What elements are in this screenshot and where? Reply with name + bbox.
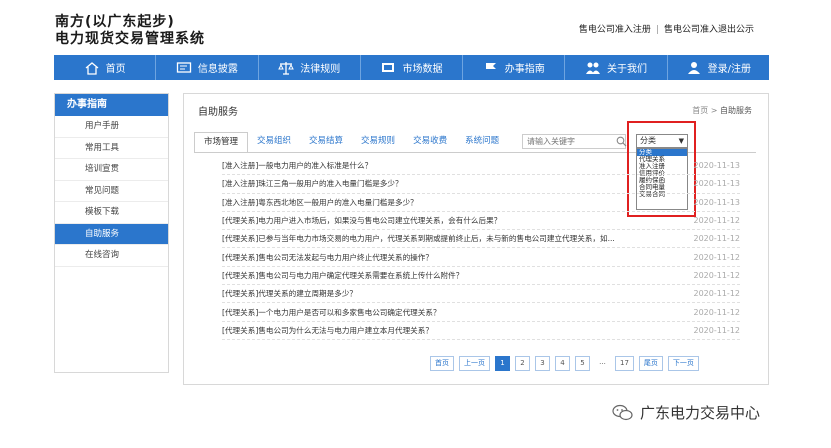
list-item[interactable]: [代理关系]一个电力用户是否可以和多家售电公司确定代理关系？ 2020-11-12 <box>222 303 741 322</box>
item-title: [代理关系]已参与当年电力市场交易的电力用户，代理关系到期或提前终止后，未与新的… <box>222 234 615 244</box>
nav-home[interactable]: 首页 <box>54 55 157 80</box>
item-date: 2020-11-12 <box>693 270 741 280</box>
site-title: 南方(以广东起步) 电力现货交易管理系统 <box>55 14 295 48</box>
link-exit-notice[interactable]: 售电公司准入退出公示 <box>659 25 759 35</box>
screen-icon <box>382 62 395 72</box>
breadcrumb: 首页 > 自助服务 <box>692 105 752 116</box>
flag-icon <box>485 62 496 74</box>
nav-label: 登录/注册 <box>707 64 752 75</box>
item-title: [代理关系]售电公司无法发起与电力用户终止代理关系的操作？ <box>222 252 433 262</box>
tab-market-management[interactable]: 市场管理 <box>194 132 249 153</box>
user-icon <box>687 61 700 74</box>
last-page-button[interactable]: 尾页 <box>638 356 663 371</box>
nav-guide[interactable]: 办事指南 <box>463 55 566 80</box>
item-title: [代理关系]售电公司为什么无法与电力用户建立本月代理关系？ <box>222 325 433 335</box>
tab-system-issues[interactable]: 系统问题 <box>456 132 508 152</box>
nav-login[interactable]: 登录/注册 <box>668 55 769 80</box>
tab-trade-organization[interactable]: 交易组织 <box>248 132 300 152</box>
page-ellipsis: ... <box>595 356 610 371</box>
watermark: 广东电力交易中心 <box>612 402 760 423</box>
sidebar-item-tools[interactable]: 常用工具 <box>55 138 168 159</box>
sidebar-item-user-manual[interactable]: 用户手册 <box>55 116 168 138</box>
breadcrumb-home[interactable]: 首页 <box>692 106 708 115</box>
list-item[interactable]: [代理关系]已参与当年电力市场交易的电力用户，代理关系到期或提前终止后，未与新的… <box>222 230 741 249</box>
tab-trade-rules[interactable]: 交易规则 <box>352 132 404 152</box>
site-title-line2: 电力现货交易管理系统 <box>55 31 205 47</box>
top-links: 售电公司准入注册 | 售电公司准入退出公示 <box>574 22 759 35</box>
nav-label: 信息披露 <box>197 64 238 75</box>
watermark-text: 广东电力交易中心 <box>640 404 761 422</box>
monitor-icon <box>176 61 192 73</box>
item-date: 2020-11-12 <box>693 252 741 262</box>
list-item[interactable]: [准入注册]一般电力用户的准入标准是什么？ 2020-11-13 <box>222 157 741 176</box>
item-title: [代理关系]电力用户进入市场后，如果没与售电公司建立代理关系，会有什么后果？ <box>222 216 502 226</box>
search-icon[interactable] <box>616 136 627 147</box>
nav-market-data[interactable]: 市场数据 <box>361 55 464 80</box>
tab-trade-settlement[interactable]: 交易结算 <box>300 132 352 152</box>
sidebar-item-templates[interactable]: 模板下载 <box>55 202 168 224</box>
nav-label: 市场数据 <box>402 64 443 75</box>
sidebar-title: 办事指南 <box>55 94 168 116</box>
scales-icon <box>278 61 295 75</box>
item-date: 2020-11-12 <box>693 289 741 299</box>
question-list: [准入注册]一般电力用户的准入标准是什么？ 2020-11-13 [准入注册]珠江… <box>222 157 740 340</box>
search-input[interactable] <box>522 134 626 149</box>
home-icon <box>85 61 99 75</box>
page-button[interactable]: 17 <box>615 356 634 371</box>
list-item[interactable]: [代理关系]电力用户进入市场后，如果没与售电公司建立代理关系，会有什么后果？ 20… <box>222 212 741 231</box>
main-panel: 自助服务 首页 > 自助服务 市场管理 交易组织 交易结算 交易规则 交易收费 … <box>183 93 769 385</box>
nav-label: 法律规则 <box>300 64 341 75</box>
nav-label: 关于我们 <box>607 64 648 75</box>
item-title: [准入注册]一般电力用户的准入标准是什么？ <box>222 161 373 171</box>
nav-rules[interactable]: 法律规则 <box>259 55 361 80</box>
sidebar-item-training[interactable]: 培训宣贯 <box>55 159 168 181</box>
list-item[interactable]: [代理关系]售电公司无法发起与电力用户终止代理关系的操作？ 2020-11-12 <box>222 248 741 267</box>
item-date: 2020-11-12 <box>693 325 741 335</box>
item-date: 2020-11-12 <box>693 216 741 226</box>
page-button[interactable]: 2 <box>515 356 530 371</box>
item-date: 2020-11-13 <box>693 161 741 171</box>
item-title: [准入注册]珠江三角一般用户的准入电量门槛是多少？ <box>222 179 403 189</box>
nav-disclosure[interactable]: 信息披露 <box>156 55 259 80</box>
site-title-line1: 南方(以广东起步) <box>55 14 175 30</box>
item-title: [代理关系]代理关系的建立周期是多少？ <box>222 289 358 299</box>
page-title: 自助服务 <box>198 107 238 118</box>
item-title: [代理关系]售电公司与电力用户确定代理关系需要在系统上传什么附件？ <box>222 270 464 280</box>
sidebar-item-faq[interactable]: 常见问题 <box>55 181 168 202</box>
sidebar: 办事指南 用户手册 常用工具 培训宣贯 常见问题 模板下载 自助服务 在线咨询 <box>54 93 169 373</box>
item-title: [准入注册]粤东西北地区一般用户的准入电量门槛是多少？ <box>222 197 418 207</box>
item-date: 2020-11-12 <box>693 234 741 244</box>
wechat-icon <box>612 404 633 420</box>
people-icon <box>586 62 601 74</box>
category-tabs: 市场管理 交易组织 交易结算 交易规则 交易收费 系统问题 <box>194 132 508 153</box>
list-item[interactable]: [准入注册]粤东西北地区一般用户的准入电量门槛是多少？ 2020-11-13 <box>222 194 740 212</box>
list-item[interactable]: [代理关系]代理关系的建立周期是多少？ 2020-11-12 <box>222 285 741 304</box>
sidebar-item-self-service[interactable]: 自助服务 <box>55 223 168 245</box>
link-registration[interactable]: 售电公司准入注册 <box>574 25 656 35</box>
nav-label: 首页 <box>105 64 126 75</box>
tab-trade-fees[interactable]: 交易收费 <box>404 132 456 152</box>
nav-label: 办事指南 <box>504 64 545 75</box>
breadcrumb-separator: > <box>710 106 718 115</box>
prev-page-button[interactable]: 上一页 <box>459 356 490 371</box>
page-button[interactable]: 3 <box>535 356 550 371</box>
sidebar-item-consult[interactable]: 在线咨询 <box>55 245 168 267</box>
page-button[interactable]: 1 <box>495 356 510 371</box>
nav-about[interactable]: 关于我们 <box>565 55 668 80</box>
list-item[interactable]: [代理关系]售电公司与电力用户确定代理关系需要在系统上传什么附件？ 2020-11… <box>222 267 741 286</box>
main-navbar: 首页 信息披露 法律规则 市场数据 办事指南 关于我们 登录/注册 <box>54 55 769 80</box>
page-button[interactable]: 5 <box>575 356 590 371</box>
item-date: 2020-11-13 <box>693 197 741 207</box>
breadcrumb-current: 自助服务 <box>720 106 752 115</box>
item-date: 2020-11-13 <box>693 179 741 189</box>
next-page-button[interactable]: 下一页 <box>667 356 699 371</box>
item-date: 2020-11-12 <box>693 307 741 317</box>
pagination: 首页 上一页 1 2 3 4 5 ... 17 尾页 下一页 <box>430 356 699 371</box>
first-page-button[interactable]: 首页 <box>430 356 454 371</box>
list-item[interactable]: [准入注册]珠江三角一般用户的准入电量门槛是多少？ 2020-11-13 <box>222 175 741 194</box>
item-title: [代理关系]一个电力用户是否可以和多家售电公司确定代理关系？ <box>222 307 441 317</box>
page-button[interactable]: 4 <box>555 356 570 371</box>
list-item[interactable]: [代理关系]售电公司为什么无法与电力用户建立本月代理关系？ 2020-11-12 <box>222 322 740 340</box>
